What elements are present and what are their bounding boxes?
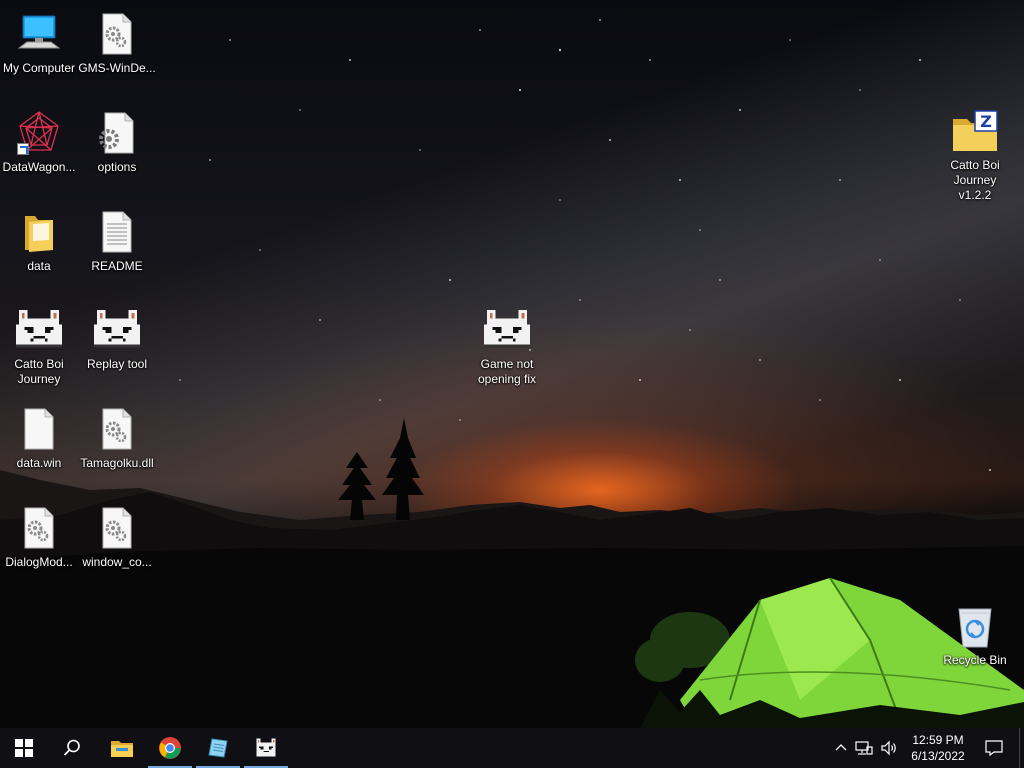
network-button[interactable] (851, 728, 877, 768)
taskbar-catto-boi[interactable] (242, 728, 290, 768)
icon-label: Recycle Bin (943, 653, 1007, 667)
taskbar-chrome[interactable] (146, 728, 194, 768)
desktop-icon-recycle-bin[interactable]: Recycle Bin (936, 596, 1014, 686)
action-center-button[interactable] (973, 728, 1015, 768)
system-file-gear-icon (93, 405, 141, 453)
start-button[interactable] (0, 728, 48, 768)
shortcut-arrow-icon (17, 143, 29, 155)
desktop-icon-gms-winde[interactable]: GMS-WinDe... (78, 4, 156, 94)
icon-label: window_co... (82, 555, 152, 569)
datawagon-app-icon (15, 109, 63, 157)
taskbar-clock[interactable]: 12:59 PM 6/13/2022 (903, 732, 973, 764)
chrome-icon (159, 737, 181, 759)
system-file-gear-icon (93, 504, 141, 552)
search-button[interactable] (48, 728, 96, 768)
search-icon (63, 739, 80, 756)
desktop-icon-catto-boi-journey[interactable]: Catto Boi Journey (0, 300, 78, 390)
volume-button[interactable] (877, 728, 903, 768)
desktop-icon-data-folder[interactable]: data (0, 202, 78, 292)
icon-label: Catto Boi Journey (14, 357, 64, 386)
desktop-icon-tamagolku-dll[interactable]: Tamagolku.dll (78, 399, 156, 489)
blank-file-icon (15, 405, 63, 453)
desktop-icon-replay-tool[interactable]: Replay tool (78, 300, 156, 390)
icon-label: DataWagon... (2, 160, 76, 174)
clock-time: 12:59 PM (912, 733, 964, 747)
chevron-up-icon (835, 744, 847, 751)
svg-text:Z: Z (980, 112, 992, 131)
speaker-volume-icon (881, 740, 896, 756)
icon-label: Catto Boi Journey v1.2.2 (950, 158, 1000, 202)
desktop-icon-catto-boi-zip[interactable]: Z Catto Boi Journey v1.2.2 (936, 103, 1014, 202)
icon-label: GMS-WinDe... (78, 61, 156, 75)
text-document-icon (93, 208, 141, 256)
system-tray: 12:59 PM 6/13/2022 (831, 728, 1024, 768)
computer-monitor-icon (15, 10, 63, 58)
show-hidden-icons-button[interactable] (831, 728, 851, 768)
catto-boi-cat-icon (15, 306, 63, 354)
icon-label: Tamagolku.dll (80, 456, 154, 470)
desktop-icon-options[interactable]: options (78, 103, 156, 193)
icon-label: options (97, 160, 137, 174)
desktop-icon-my-computer[interactable]: My Computer (0, 4, 78, 94)
desktop-icon-window-co[interactable]: window_co... (78, 498, 156, 588)
desktop-icon-datawagon[interactable]: DataWagon... (0, 103, 78, 193)
catto-boi-cat-icon (93, 306, 141, 354)
desktop-icon-data-win[interactable]: data.win (0, 399, 78, 489)
system-file-gear-icon (15, 504, 63, 552)
clock-date: 6/13/2022 (911, 749, 965, 763)
desktop-icon-readme[interactable]: README (78, 202, 156, 292)
windows-start-icon (15, 739, 33, 757)
notepad-icon (208, 738, 228, 758)
icon-label: Game not opening fix (477, 357, 537, 386)
desktop-icon-dialogmod[interactable]: DialogMod... (0, 498, 78, 588)
icon-label: Replay tool (86, 357, 148, 371)
settings-file-gear-icon (93, 109, 141, 157)
icon-label: data.win (16, 456, 62, 470)
catto-boi-app-icon (256, 738, 276, 757)
icon-label: README (91, 259, 143, 273)
network-ethernet-icon (855, 741, 873, 755)
taskbar-notepad[interactable] (194, 728, 242, 768)
system-file-gear-icon (93, 10, 141, 58)
zip-folder-icon: Z (951, 109, 999, 155)
folder-icon (15, 208, 63, 256)
show-desktop-button[interactable] (1019, 728, 1024, 768)
file-explorer-icon (111, 741, 133, 757)
taskbar: 12:59 PM 6/13/2022 (0, 728, 1024, 768)
desktop-icon-game-not-opening-fix[interactable]: Game not opening fix (468, 300, 546, 390)
recycle-bin-icon (951, 602, 999, 650)
notification-icon (985, 740, 1003, 756)
icon-label: My Computer (2, 61, 76, 75)
icon-label: data (27, 259, 51, 273)
taskbar-file-explorer[interactable] (98, 728, 146, 768)
catto-boi-cat-icon (483, 306, 531, 354)
icon-label: DialogMod... (5, 555, 73, 569)
